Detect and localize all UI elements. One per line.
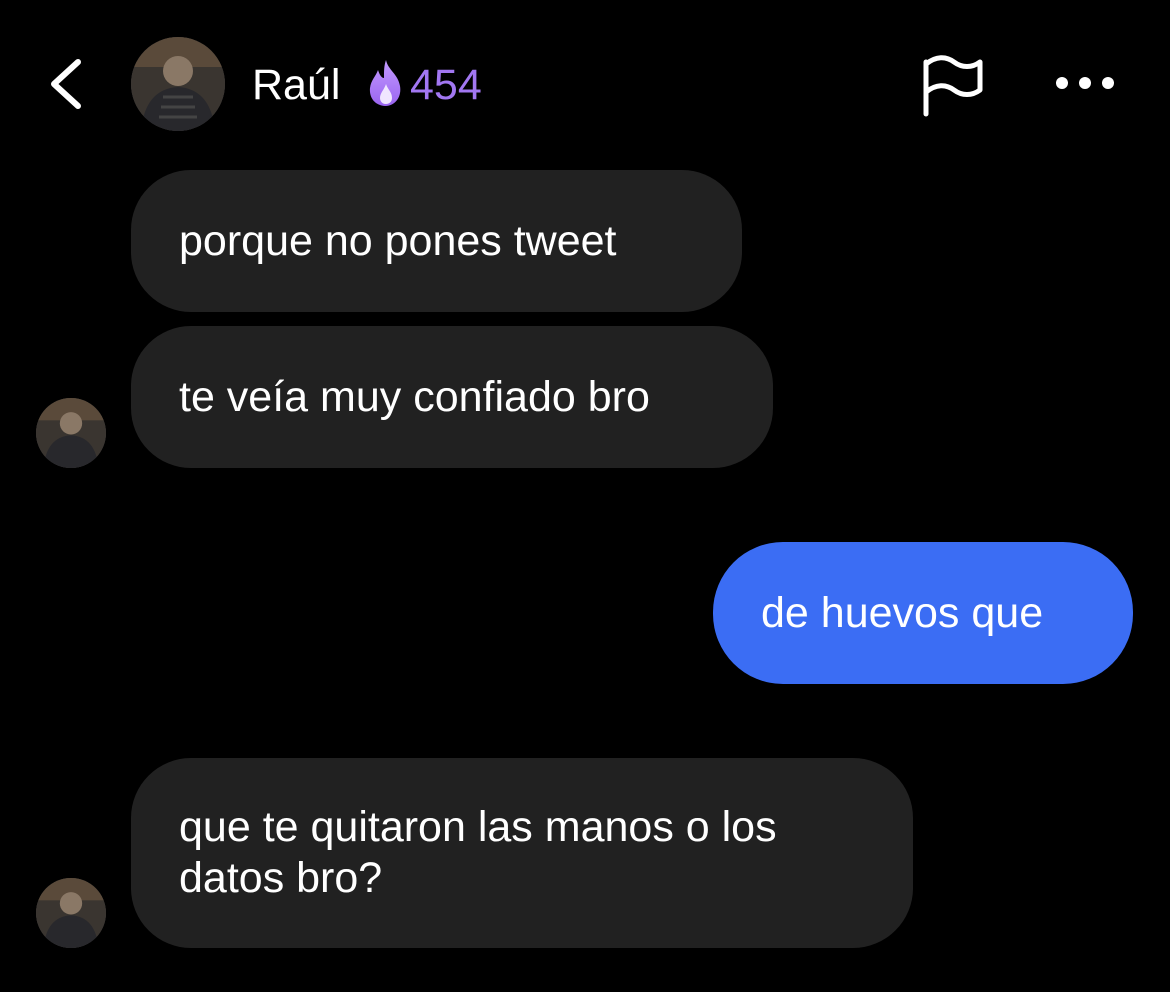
avatar-photo <box>131 37 225 131</box>
more-horizontal-icon <box>1056 77 1114 89</box>
flame-icon <box>369 60 401 106</box>
message-text: te veía muy confiado bro <box>179 372 650 421</box>
flag-icon <box>923 55 983 117</box>
message-text: porque no pones tweet <box>179 216 617 265</box>
message-bubble-received[interactable]: porque no pones tweet <box>131 170 742 312</box>
message-text: de huevos que <box>761 588 1044 637</box>
chat-screen: Raúl 454 porque no pones tweet te veía m… <box>0 0 1170 992</box>
contact-avatar[interactable] <box>131 37 225 131</box>
sender-avatar[interactable] <box>36 398 106 468</box>
avatar-photo <box>36 398 106 468</box>
message-bubble-received[interactable]: te veía muy confiado bro <box>131 326 773 468</box>
more-options-button[interactable] <box>1052 68 1118 98</box>
chevron-left-icon <box>51 59 81 109</box>
message-text: que te quitaron las manos o los datos br… <box>179 803 777 902</box>
avatar-photo <box>36 878 106 948</box>
message-bubble-received[interactable]: que te quitaron las manos o los datos br… <box>131 758 913 948</box>
back-button[interactable] <box>40 52 96 116</box>
streak-count: 454 <box>410 61 482 109</box>
message-bubble-sent[interactable]: de huevos que <box>713 542 1133 684</box>
contact-name[interactable]: Raúl <box>252 60 340 110</box>
sender-avatar[interactable] <box>36 878 106 948</box>
report-flag-button[interactable] <box>918 52 988 120</box>
